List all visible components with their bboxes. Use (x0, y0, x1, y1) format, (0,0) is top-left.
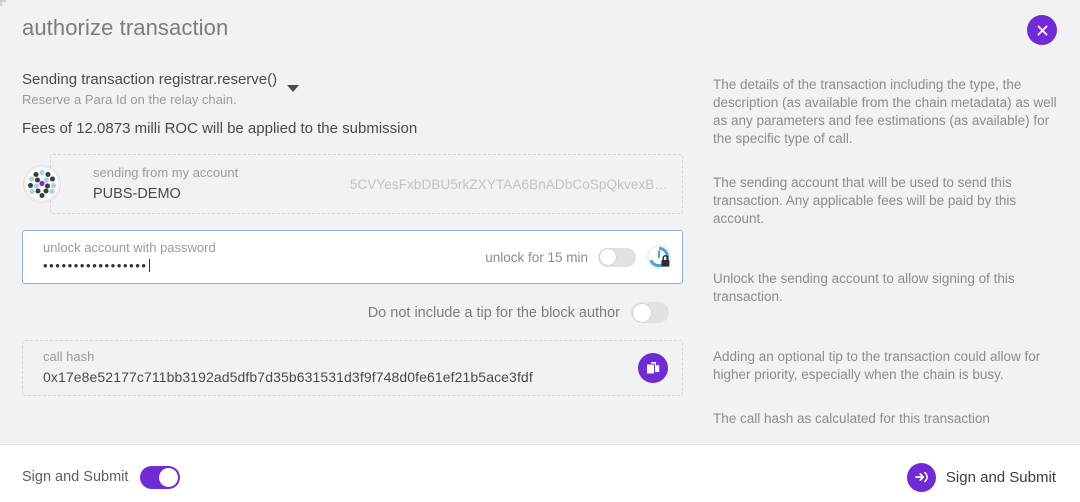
modal-content-column: Sending transaction registrar.reserve() … (0, 56, 705, 444)
toggle-knob (159, 467, 179, 487)
help-account: The sending account that will be used to… (713, 175, 1017, 226)
help-unlock: Unlock the sending account to allow sign… (713, 271, 1015, 304)
modal-body: Sending transaction registrar.reserve() … (0, 56, 1080, 444)
password-field-box[interactable]: unlock account with password •••••••••••… (22, 230, 683, 284)
text-cursor (148, 259, 150, 272)
copy-button[interactable] (638, 353, 668, 383)
identicon-avatar (23, 165, 61, 203)
transaction-call-label: Sending transaction registrar.reserve() (22, 71, 278, 88)
sign-and-submit-label: Sign and Submit (945, 468, 1056, 486)
call-hash-box: call hash 0x17e8e52177c711bb3192ad5dfb7d… (22, 340, 683, 396)
call-hash-value: 0x17e8e52177c711bb3192ad5dfb7d35b631531d… (43, 369, 533, 385)
transaction-summary: Sending transaction registrar.reserve() … (22, 70, 683, 137)
close-button[interactable] (1027, 15, 1057, 45)
sign-and-submit-toggle[interactable] (140, 465, 181, 489)
unlock-duration-label: unlock for 15 min (485, 249, 588, 265)
account-name: PUBS-DEMO (93, 185, 181, 202)
account-field-label: sending from my account (93, 164, 239, 180)
window-corner-mark (0, 0, 6, 6)
modal-footer: Sign and Submit Sign and Submit (0, 444, 1080, 502)
call-hash-label: call hash (43, 349, 95, 364)
transaction-description: Reserve a Para Id on the relay chain. (22, 92, 237, 107)
toggle-knob (599, 249, 616, 265)
transaction-fees: Fees of 12.0873 milli ROC will be applie… (22, 120, 418, 137)
toggle-knob (632, 303, 651, 322)
unlock-duration-toggle[interactable] (598, 247, 636, 267)
account-address: 5CVYesFxbDBU5rkZXYTAA6BnADbCoSpQkvexB… (349, 176, 668, 192)
help-column: The details of the transaction including… (705, 56, 1080, 444)
password-field-label: unlock account with password (43, 240, 216, 255)
timer-lock-icon[interactable] (646, 244, 672, 270)
sign-in-arrow-icon (906, 462, 936, 492)
password-input[interactable]: ••••••••••••••••• (43, 258, 216, 274)
page-title: authorize transaction (22, 15, 229, 40)
sending-account-box[interactable]: sending from my account PUBS-DEMO 5CVYes… (23, 154, 683, 214)
password-masked-value: ••••••••••••••••• (43, 258, 148, 273)
modal-header: authorize transaction (0, 0, 1080, 56)
authorize-transaction-modal: authorize transaction Sending transactio… (0, 0, 1080, 502)
tip-label: Do not include a tip for the block autho… (367, 304, 620, 321)
chevron-down-icon[interactable] (287, 85, 300, 92)
help-transaction: The details of the transaction including… (713, 77, 1057, 146)
sign-and-submit-toggle-label: Sign and Submit (22, 469, 129, 485)
tip-row: Do not include a tip for the block autho… (22, 302, 683, 323)
sign-and-submit-button[interactable]: Sign and Submit (906, 462, 1056, 492)
help-call-hash: The call hash as calculated for this tra… (713, 411, 990, 426)
help-tip: Adding an optional tip to the transactio… (713, 349, 1041, 382)
close-icon (1037, 25, 1047, 35)
copy-icon (646, 362, 660, 375)
tip-toggle[interactable] (631, 302, 669, 323)
